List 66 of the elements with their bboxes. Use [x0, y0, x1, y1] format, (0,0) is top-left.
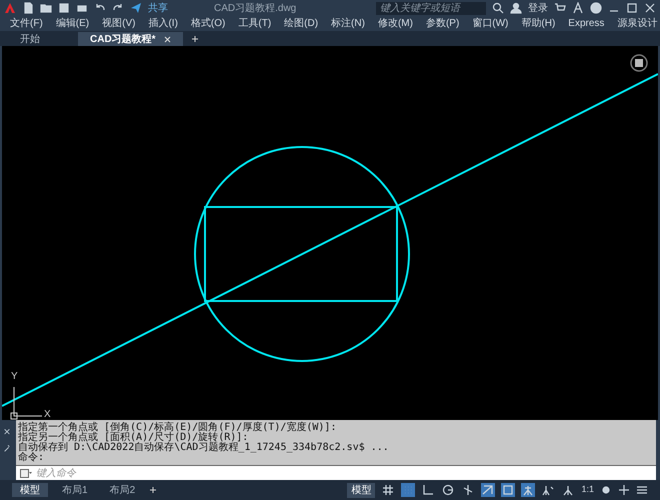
- close-icon[interactable]: [644, 2, 656, 14]
- layout-tab[interactable]: 模型: [12, 483, 48, 497]
- search-icon[interactable]: [492, 2, 504, 14]
- folder-icon[interactable]: [40, 2, 52, 14]
- figure-icon: [522, 484, 534, 496]
- polar-icon: [442, 484, 454, 496]
- file-tab[interactable]: CAD习题教程*: [78, 32, 183, 46]
- menu-item[interactable]: 格式(O): [190, 18, 226, 28]
- command-line-text: 自动保存到 D:\CAD2022自动保存\CAD习题教程_1_17245_334b78c2.sv$ ...: [18, 443, 390, 453]
- toggle-button[interactable]: [441, 483, 456, 497]
- tracking-icon: [482, 484, 494, 496]
- toggle-button[interactable]: [401, 483, 416, 497]
- plus-icon[interactable]: [190, 35, 199, 43]
- menu-item[interactable]: Express: [568, 18, 604, 28]
- menu-item[interactable]: 修改(M): [378, 18, 413, 28]
- menu-item[interactable]: 帮助(H): [521, 18, 556, 28]
- search-field[interactable]: 键入关键字或短语: [376, 2, 486, 14]
- command-line-text: 命令:: [18, 453, 46, 463]
- share-icon[interactable]: [130, 2, 142, 14]
- command-line-text: 指定另一个角点或 [面积(A)/尺寸(D)/旋转(R)]:: [18, 433, 248, 443]
- menu-item[interactable]: 绘图(D): [284, 18, 318, 28]
- figure-icon: [562, 484, 574, 496]
- menu-item[interactable]: 插入(I): [148, 18, 178, 28]
- close-icon[interactable]: [164, 36, 171, 42]
- menu-item[interactable]: 工具(T): [238, 18, 272, 28]
- plus-icon[interactable]: [618, 484, 630, 496]
- toggle-button[interactable]: [521, 483, 536, 497]
- isometric-icon: [462, 484, 474, 496]
- scale-button[interactable]: 1:1: [581, 483, 594, 497]
- menu-item[interactable]: 标注(N): [331, 18, 365, 28]
- menu-item[interactable]: 编辑(E): [56, 18, 90, 28]
- model-space-button[interactable]: 模型: [347, 482, 376, 498]
- figure-icon: [542, 484, 554, 496]
- viewcube-icon[interactable]: [630, 54, 648, 72]
- command-line-text: 指定第一个角点或 [倒角(C)/标高(E)/圆角(F)/厚度(T)/宽度(W)]:: [18, 423, 338, 433]
- object-snap-icon: [502, 484, 514, 496]
- grid-icon: [382, 484, 394, 496]
- ucs-x-label: X: [44, 410, 51, 420]
- toggle-button[interactable]: [561, 483, 576, 497]
- file-tab[interactable]: 开始: [8, 32, 78, 46]
- menu-item[interactable]: 参数(P): [426, 18, 460, 28]
- login-link[interactable]: 登录: [528, 0, 548, 16]
- toggle-button[interactable]: [481, 483, 496, 497]
- toggle-button[interactable]: [381, 483, 396, 497]
- toggle-button[interactable]: [501, 483, 516, 497]
- drawing-canvas[interactable]: Y X: [0, 46, 660, 420]
- ucs-y-label: Y: [11, 372, 18, 382]
- app-logo-icon[interactable]: [4, 2, 16, 14]
- maximize-icon[interactable]: [626, 2, 638, 14]
- share-label[interactable]: 共享: [148, 0, 168, 16]
- menu-item[interactable]: 文件(F): [10, 18, 43, 28]
- toggle-button[interactable]: [421, 483, 436, 497]
- menu-item[interactable]: 源泉设计: [617, 18, 658, 28]
- layout-tab[interactable]: 布局2: [102, 483, 144, 497]
- plus-icon[interactable]: [149, 486, 158, 494]
- menu-icon[interactable]: [636, 484, 648, 496]
- prompt-icon[interactable]: [20, 468, 32, 478]
- letter-a-icon[interactable]: [572, 2, 584, 14]
- new-file-icon[interactable]: [22, 2, 34, 14]
- toggle-button[interactable]: [541, 483, 556, 497]
- menu-item[interactable]: 视图(V): [102, 18, 136, 28]
- user-icon[interactable]: [510, 2, 522, 14]
- window-title: CAD习题教程.dwg: [214, 2, 296, 16]
- right-angle-icon: [422, 484, 434, 496]
- menu-item[interactable]: 窗口(W): [472, 18, 508, 28]
- layout-tab[interactable]: 布局1: [54, 483, 96, 497]
